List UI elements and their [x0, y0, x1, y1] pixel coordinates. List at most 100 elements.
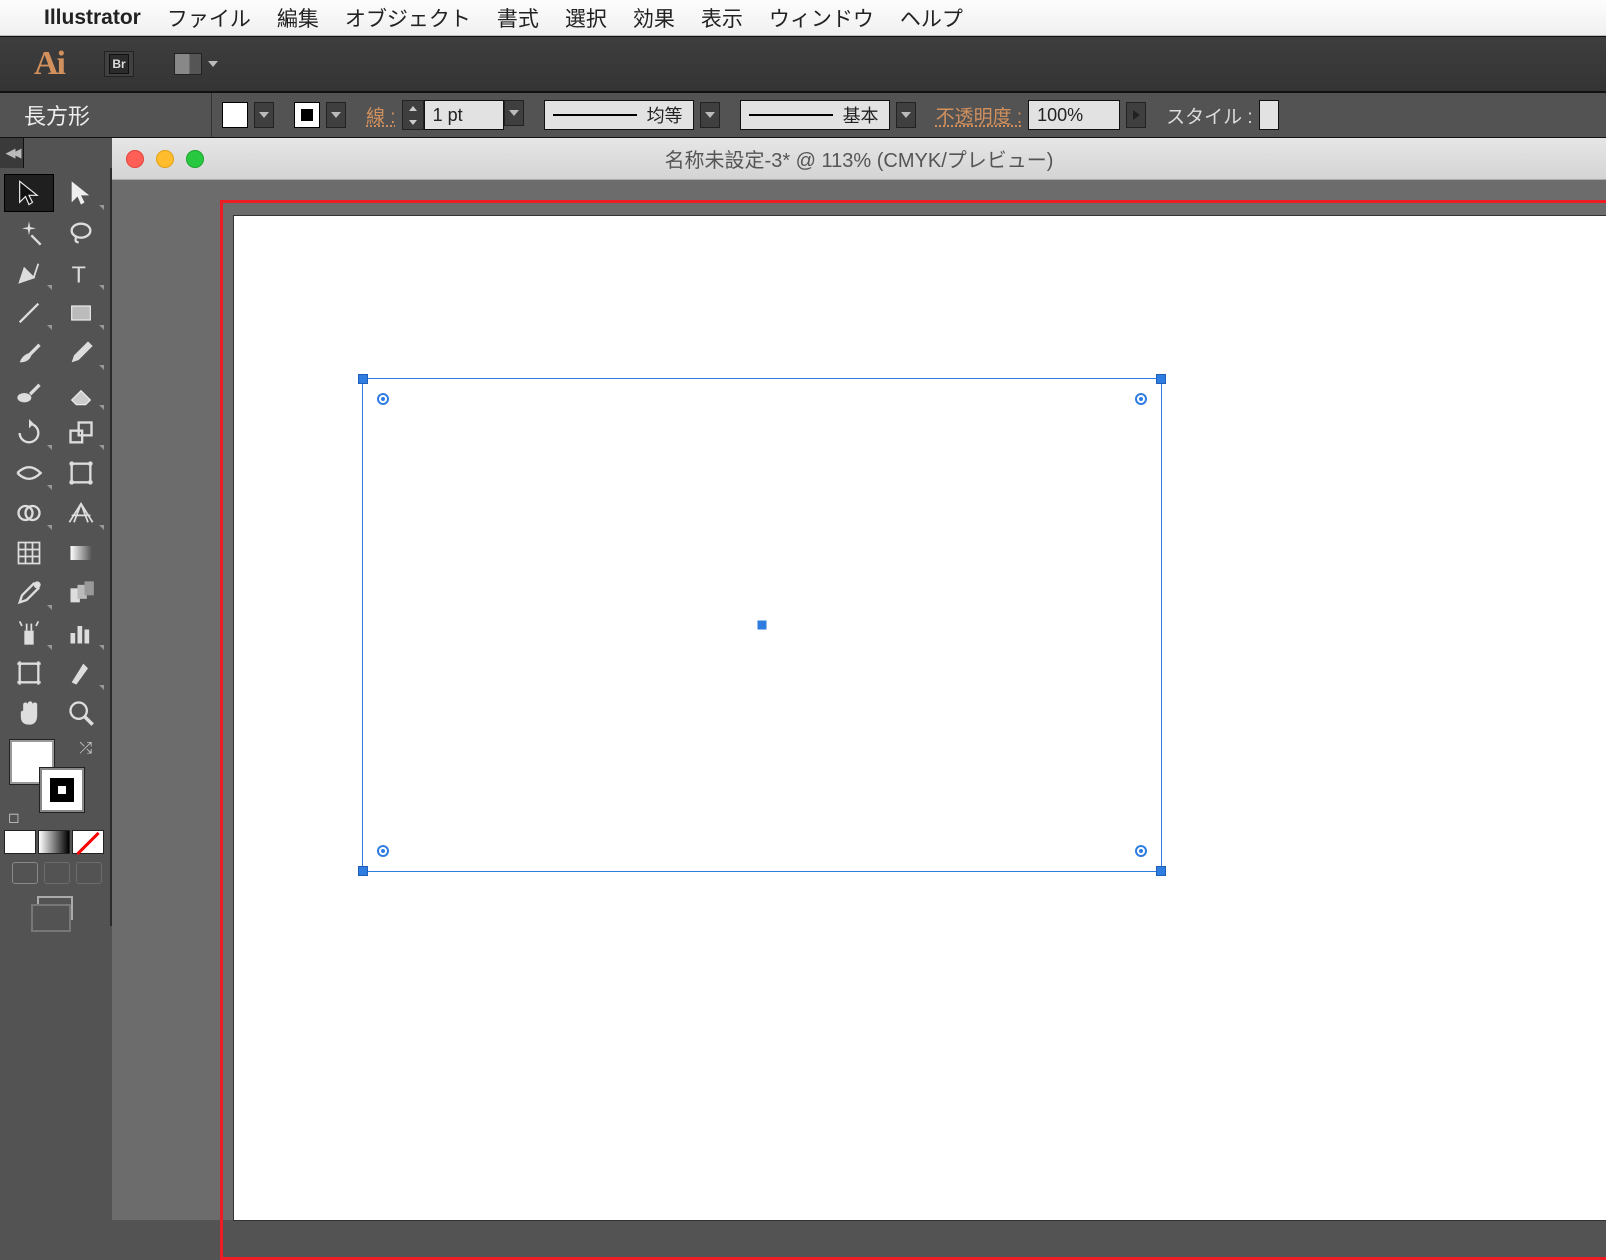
screen-mode-icon[interactable] — [37, 896, 73, 920]
eyedropper-tool[interactable] — [4, 574, 54, 612]
canvas-area: 名称未設定-3* @ 113% (CMYK/プレビュー) — [112, 138, 1606, 1220]
fill-dropdown[interactable] — [254, 102, 274, 128]
canvas-background[interactable] — [112, 180, 1606, 1220]
ai-logo-icon: Ai — [34, 45, 64, 83]
draw-mode-row — [4, 862, 106, 884]
blend-tool[interactable] — [56, 574, 106, 612]
swap-fill-stroke-icon[interactable]: ⤮ — [79, 740, 92, 758]
color-mode-gradient[interactable] — [38, 830, 70, 854]
menu-edit[interactable]: 編集 — [277, 3, 319, 33]
rectangle-tool[interactable] — [56, 294, 106, 332]
pen-tool[interactable] — [4, 254, 54, 292]
artboard-tool[interactable] — [4, 654, 54, 692]
window-minimize-button[interactable] — [156, 150, 174, 168]
rotate-tool[interactable] — [4, 414, 54, 452]
perspective-grid-tool[interactable] — [56, 494, 106, 532]
column-graph-tool[interactable] — [56, 614, 106, 652]
active-shape-label: 長方形 — [0, 93, 212, 137]
style-field[interactable] — [1259, 100, 1279, 130]
pencil-tool[interactable] — [56, 334, 106, 372]
default-fill-stroke-icon[interactable]: ◻ — [8, 809, 20, 826]
menubar-app-name[interactable]: Illustrator — [44, 6, 141, 30]
selection-tool[interactable] — [4, 174, 54, 212]
stroke-profile-value: 均等 — [647, 102, 683, 128]
fill-swatch[interactable] — [222, 102, 248, 128]
menu-window[interactable]: ウィンドウ — [769, 3, 874, 33]
line-tool[interactable] — [4, 294, 54, 332]
brush-field[interactable]: 基本 — [740, 100, 890, 130]
blob-brush-tool[interactable] — [4, 374, 54, 412]
direct-selection-tool[interactable] — [56, 174, 106, 212]
stroke-profile-dropdown[interactable] — [700, 102, 720, 128]
bridge-button[interactable]: Br — [104, 51, 134, 77]
profile-line-icon — [553, 114, 637, 116]
resize-handle-top-right[interactable] — [1156, 374, 1166, 384]
menu-type[interactable]: 書式 — [497, 3, 539, 33]
mac-menubar: Illustrator ファイル 編集 オブジェクト 書式 選択 効果 表示 ウ… — [0, 0, 1606, 36]
hand-tool[interactable] — [4, 694, 54, 732]
control-bar: 長方形 線 : 1 pt 均等 基本 不透明度 : — [0, 92, 1606, 138]
draw-normal-icon[interactable] — [12, 862, 38, 884]
draw-behind-icon[interactable] — [44, 862, 70, 884]
style-label: スタイル : — [1166, 102, 1253, 129]
stroke-dropdown[interactable] — [326, 102, 346, 128]
menu-effect[interactable]: 効果 — [633, 3, 675, 33]
eraser-tool[interactable] — [56, 374, 106, 412]
menu-file[interactable]: ファイル — [167, 3, 251, 33]
opacity-label[interactable]: 不透明度 : — [936, 102, 1023, 129]
window-close-button[interactable] — [126, 150, 144, 168]
resize-handle-bottom-left[interactable] — [358, 866, 368, 876]
draw-inside-icon[interactable] — [76, 862, 102, 884]
free-transform-tool[interactable] — [56, 454, 106, 492]
stroke-color-swatch[interactable] — [40, 768, 84, 812]
stroke-weight-stepper[interactable] — [402, 100, 424, 130]
color-mode-solid[interactable] — [4, 830, 36, 854]
symbol-sprayer-tool[interactable] — [4, 614, 54, 652]
brush-dropdown[interactable] — [896, 102, 916, 128]
width-tool[interactable] — [4, 454, 54, 492]
magic-wand-tool[interactable] — [4, 214, 54, 252]
artboard[interactable] — [234, 216, 1606, 1220]
brush-value: 基本 — [843, 102, 879, 128]
panel-collapse-tab[interactable]: ◀◀ — [0, 138, 24, 168]
color-mode-row — [4, 830, 106, 854]
selection-center-point[interactable] — [758, 621, 767, 630]
stroke-weight-dropdown[interactable] — [504, 100, 524, 126]
menu-view[interactable]: 表示 — [701, 3, 743, 33]
scale-tool[interactable] — [56, 414, 106, 452]
double-chevron-left-icon: ◀◀ — [6, 145, 18, 161]
type-tool[interactable]: T — [56, 254, 106, 292]
arrange-documents-button[interactable] — [174, 53, 218, 75]
corner-widget-bottom-right[interactable] — [1135, 845, 1147, 857]
fill-stroke-block: ⤮ ◻ — [4, 738, 106, 828]
window-zoom-button[interactable] — [186, 150, 204, 168]
corner-widget-top-left[interactable] — [377, 393, 389, 405]
document-title: 名称未設定-3* @ 113% (CMYK/プレビュー) — [665, 144, 1054, 173]
stroke-weight-field[interactable]: 1 pt — [424, 100, 504, 130]
brush-line-icon — [749, 114, 833, 116]
layout-grid-icon — [174, 53, 202, 75]
stroke-label[interactable]: 線 : — [366, 102, 396, 129]
stroke-profile-field[interactable]: 均等 — [544, 100, 694, 130]
menu-select[interactable]: 選択 — [565, 3, 607, 33]
paintbrush-tool[interactable] — [4, 334, 54, 372]
slice-tool[interactable] — [56, 654, 106, 692]
svg-text:T: T — [72, 261, 86, 287]
resize-handle-bottom-right[interactable] — [1156, 866, 1166, 876]
color-mode-none[interactable] — [72, 830, 104, 854]
corner-widget-bottom-left[interactable] — [377, 845, 389, 857]
gradient-tool[interactable] — [56, 534, 106, 572]
stroke-swatch[interactable] — [294, 102, 320, 128]
zoom-tool[interactable] — [56, 694, 106, 732]
shape-builder-tool[interactable] — [4, 494, 54, 532]
selected-rectangle[interactable] — [362, 378, 1162, 872]
corner-widget-top-right[interactable] — [1135, 393, 1147, 405]
mesh-tool[interactable] — [4, 534, 54, 572]
menu-object[interactable]: オブジェクト — [345, 3, 471, 33]
document-titlebar: 名称未設定-3* @ 113% (CMYK/プレビュー) — [112, 138, 1606, 180]
menu-help[interactable]: ヘルプ — [900, 3, 963, 33]
opacity-field[interactable]: 100% — [1028, 100, 1120, 130]
resize-handle-top-left[interactable] — [358, 374, 368, 384]
lasso-tool[interactable] — [56, 214, 106, 252]
opacity-dropdown[interactable] — [1126, 102, 1146, 128]
